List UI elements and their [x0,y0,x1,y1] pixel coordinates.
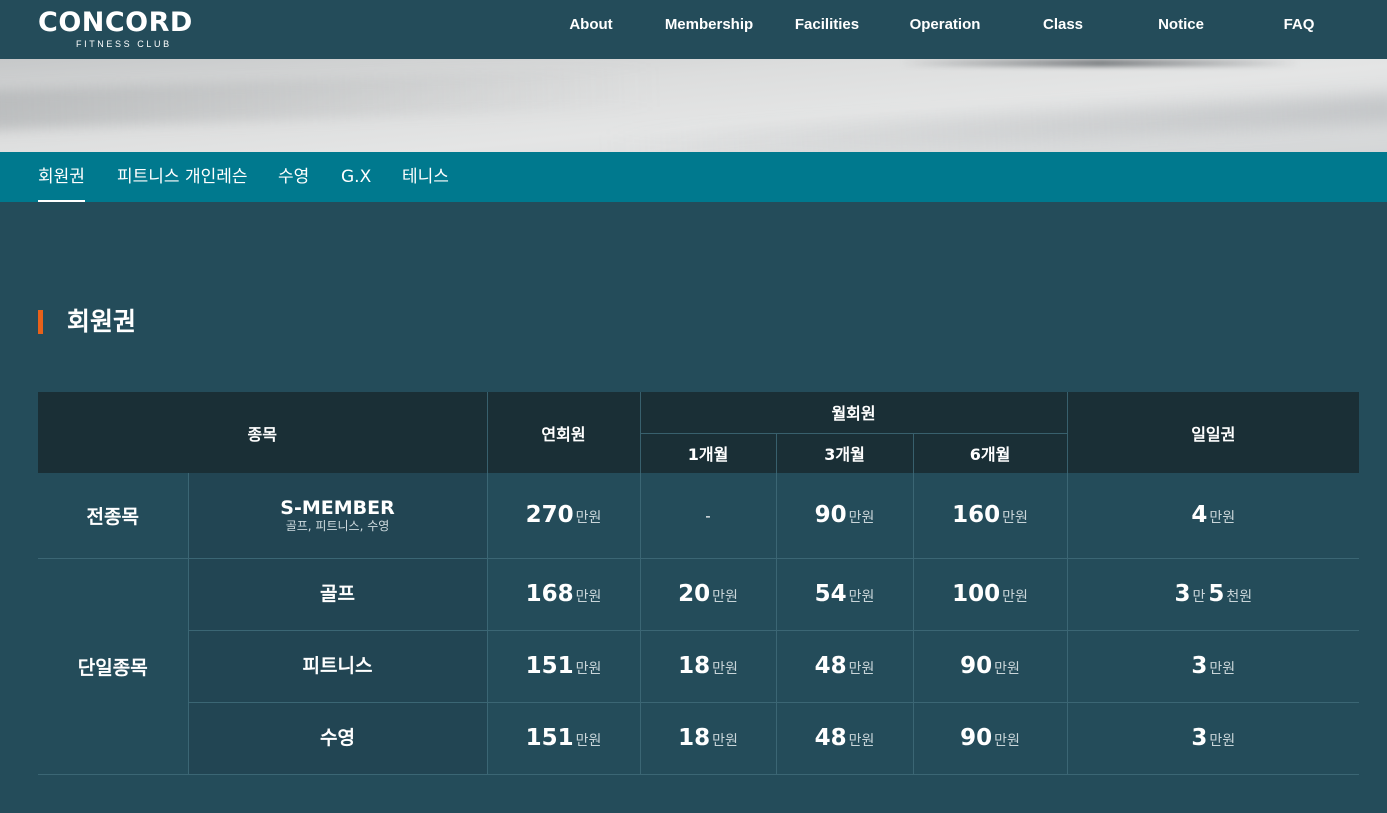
logo-wordmark: CONCORD [38,7,193,38]
subtab-membership[interactable]: 회원권 [38,166,85,188]
price-6-months: 160 만원 [912,473,1068,559]
nav-class[interactable]: Class [1003,16,1123,34]
category-all: 전종목 [38,473,188,559]
price-annual: 151 만원 [486,702,641,775]
plan-name: 피트니스 [187,630,488,703]
subtab-swimming[interactable]: 수영 [278,166,309,188]
price-6-months: 90 만원 [912,702,1068,775]
plan-name: 골프 [187,558,488,631]
category-single: 단일종목 [38,558,188,775]
nav-notice[interactable]: Notice [1121,16,1241,34]
price-3-months: 54 만원 [775,558,914,631]
price-1-month: 20 만원 [639,558,777,631]
nav-faq[interactable]: FAQ [1239,16,1359,34]
plan-description: 골프, 피트니스, 수영 [285,518,390,533]
price-annual: 151 만원 [486,630,641,703]
plan-name-cell: S-MEMBER 골프, 피트니스, 수영 [187,473,488,559]
price-annual: 168 만원 [486,558,641,631]
header-3-months: 3개월 [775,432,914,473]
nav-about[interactable]: About [531,16,651,34]
price-1-month: 18 만원 [639,702,777,775]
header-category: 종목 [38,392,488,473]
nav-membership[interactable]: Membership [649,16,769,34]
subtab-tennis[interactable]: 테니스 [402,166,449,188]
price-1-month: 18 만원 [639,630,777,703]
subtab-gx[interactable]: G.X [341,166,371,188]
plan-name: 수영 [187,702,488,775]
price-6-months: 100 만원 [912,558,1068,631]
header-6-months: 6개월 [912,432,1068,473]
price-3-months: 48 만원 [775,702,914,775]
concord-logo[interactable]: CONCORD FITNESS CLUB [38,9,208,51]
table-row: 단일종목 골프 168 만원 20 만원 54 만원 100 만원 3 만 5 천원 [38,558,1360,775]
table-row: 피트니스 151 만원 18 만원 48 만원 90 만원 3 만원 [38,630,1360,703]
section-title-accent [38,310,43,334]
price-3-months: 90 만원 [775,473,914,559]
price-annual: 270 만원 [486,473,641,559]
plan-name: S-MEMBER [280,496,395,519]
header-monthly: 월회원 [639,392,1068,433]
header-1-month: 1개월 [639,432,777,473]
table-row: 전종목 S-MEMBER 골프, 피트니스, 수영 270 만원 - 90 만원 1… [38,473,1360,559]
price-3-months: 48 만원 [775,630,914,703]
subtab-fitness-personal-lesson[interactable]: 피트니스 개인레슨 [117,166,248,188]
section-title: 회원권 [67,307,137,336]
active-tab-indicator [38,200,85,202]
membership-price-table: 종목 연회원 월회원 일일권 1개월 3개월 6개월 전종목 S-MEMBER … [38,392,1360,775]
price-daily: 4 만원 [1066,473,1360,559]
sub-navigation: 회원권 피트니스 개인레슨 수영 G.X 테니스 [0,152,1387,202]
price-daily: 3 만원 [1066,702,1360,775]
price-daily: 3 만원 [1066,630,1360,703]
header-annual: 연회원 [486,392,641,473]
table-row: 수영 151 만원 18 만원 48 만원 90 만원 3 만원 [38,702,1360,775]
hero-banner-image [0,59,1387,152]
price-daily: 3 만 5 천원 [1066,558,1360,631]
site-header: CONCORD FITNESS CLUB About Membership Fa… [0,0,1387,59]
logo-tagline: FITNESS CLUB [76,39,172,49]
price-1-month: - [639,473,777,559]
header-daily: 일일권 [1066,392,1360,473]
nav-operation[interactable]: Operation [885,16,1005,34]
price-6-months: 90 만원 [912,630,1068,703]
nav-facilities[interactable]: Facilities [767,16,887,34]
